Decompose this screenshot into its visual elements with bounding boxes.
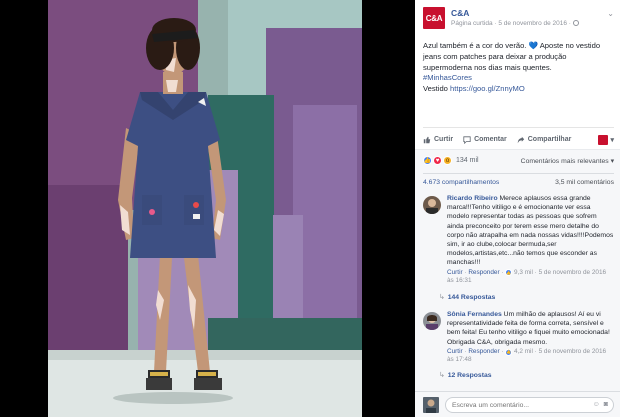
comment-reaction-count[interactable]: 9,3 mil — [514, 269, 533, 276]
photo-illustration — [48, 0, 362, 417]
globe-icon — [572, 20, 579, 27]
sort-comments-dropdown[interactable]: Comentários mais relevantes ▾ — [521, 157, 614, 165]
counts-row: 4.673 compartilhamentos 3,5 mil comentár… — [423, 173, 614, 191]
comment-input[interactable] — [445, 397, 614, 413]
reply-arrow-icon: ↳ — [439, 294, 445, 301]
comment-reply-link[interactable]: Responder — [468, 269, 499, 276]
photo-viewer — [0, 0, 415, 417]
replies-label: 12 Respostas — [447, 372, 492, 379]
replies-label: 144 Respostas — [447, 294, 496, 301]
commenter-name[interactable]: Sônia Fernandes — [447, 311, 502, 318]
like-button[interactable]: Curtir — [423, 136, 453, 144]
share-icon — [517, 136, 524, 143]
wow-reaction-icon: o — [443, 156, 452, 165]
avatar[interactable] — [423, 196, 441, 214]
post-panel: C&A C&A Página curtida · 5 de novembro d… — [415, 0, 620, 417]
comment-like-link[interactable]: Curtir — [447, 348, 463, 355]
caret-down-icon: ▾ — [610, 136, 614, 144]
comment-composer: ☺ ◙ — [415, 391, 620, 417]
page-avatar-icon — [598, 134, 609, 145]
reactions-summary[interactable]: 👍 ♥ o 134 mil — [423, 156, 479, 165]
chevron-down-icon[interactable]: ⌄ — [607, 9, 614, 18]
thumbs-up-icon — [423, 136, 431, 143]
action-bar: Curtir Comentar Compartilhar ▾ — [423, 127, 614, 151]
comment-reaction-count[interactable]: 4,2 mil — [514, 348, 533, 355]
comment-button[interactable]: Comentar — [463, 135, 507, 144]
share-count[interactable]: 4.673 compartilhamentos — [423, 179, 499, 186]
hashtag-link[interactable]: #MinhasCores — [423, 73, 472, 82]
comment-label: Comentar — [474, 136, 507, 143]
reaction-count: 134 mil — [456, 157, 479, 164]
avatar-image — [423, 196, 441, 214]
voice-selector[interactable]: ▾ — [598, 134, 614, 145]
like-reaction-icon: 👍 — [505, 269, 513, 277]
camera-icon[interactable]: ◙ — [604, 401, 608, 408]
post-text-part1: Azul também é a cor do verão. — [423, 41, 529, 50]
comment-meta: Curtir · Responder · 👍 4,2 mil · 5 de no… — [447, 347, 607, 364]
comment-body: Ricardo Ribeiro Merece aplausos essa gra… — [447, 194, 614, 286]
blue-heart-icon: 💙 — [528, 41, 538, 50]
page-logo[interactable]: C&A — [423, 7, 445, 29]
replies-link[interactable]: ↳ 12 Respostas — [439, 371, 492, 379]
vestido-link[interactable]: https://goo.gl/ZnnyMO — [450, 84, 525, 93]
post-photo[interactable] — [48, 0, 362, 417]
composer-icons: ☺ ◙ — [593, 401, 608, 408]
reply-arrow-icon: ↳ — [439, 372, 445, 379]
comment-icon — [463, 135, 471, 144]
comment-count[interactable]: 3,5 mil comentários — [555, 179, 614, 186]
post-text: Azul também é a cor do verão. 💙 Aposte n… — [423, 41, 612, 95]
comment-like-link[interactable]: Curtir — [447, 269, 463, 276]
post-header: C&A C&A Página curtida · 5 de novembro d… — [423, 7, 614, 33]
comments-section: 👍 ♥ o 134 mil Comentários mais relevante… — [415, 149, 620, 417]
post-meta-text[interactable]: Página curtida · 5 de novembro de 2016 · — [451, 20, 571, 27]
post-meta: Página curtida · 5 de novembro de 2016 · — [451, 20, 579, 27]
vestido-label: Vestido — [423, 84, 451, 94]
like-label: Curtir — [434, 136, 454, 143]
avatar — [423, 397, 439, 413]
comment-text: Merece aplausos essa grande marca!!!Tenh… — [447, 195, 614, 267]
comment-item: Ricardo Ribeiro Merece aplausos essa gra… — [423, 194, 614, 290]
love-reaction-icon: ♥ — [433, 156, 442, 165]
page-name[interactable]: C&A — [451, 8, 469, 18]
avatar[interactable] — [423, 312, 441, 330]
emoji-icon[interactable]: ☺ — [593, 401, 600, 408]
like-reaction-icon: 👍 — [423, 156, 432, 165]
replies-link[interactable]: ↳ 144 Respostas — [439, 293, 495, 301]
share-button[interactable]: Compartilhar — [517, 136, 572, 144]
share-label: Compartilhar — [527, 136, 572, 143]
comment-meta: Curtir · Responder · 👍 9,3 mil · 5 de no… — [447, 268, 607, 285]
avatar-image — [423, 312, 441, 330]
comment-item: Sônia Fernandes Um milhão de aplausos! A… — [423, 310, 614, 366]
avatar-image — [423, 397, 439, 413]
commenter-name[interactable]: Ricardo Ribeiro — [447, 195, 498, 202]
like-reaction-icon: 👍 — [505, 348, 513, 356]
comment-reply-link[interactable]: Responder — [468, 348, 499, 355]
comment-body: Sônia Fernandes Um milhão de aplausos! A… — [447, 310, 614, 365]
